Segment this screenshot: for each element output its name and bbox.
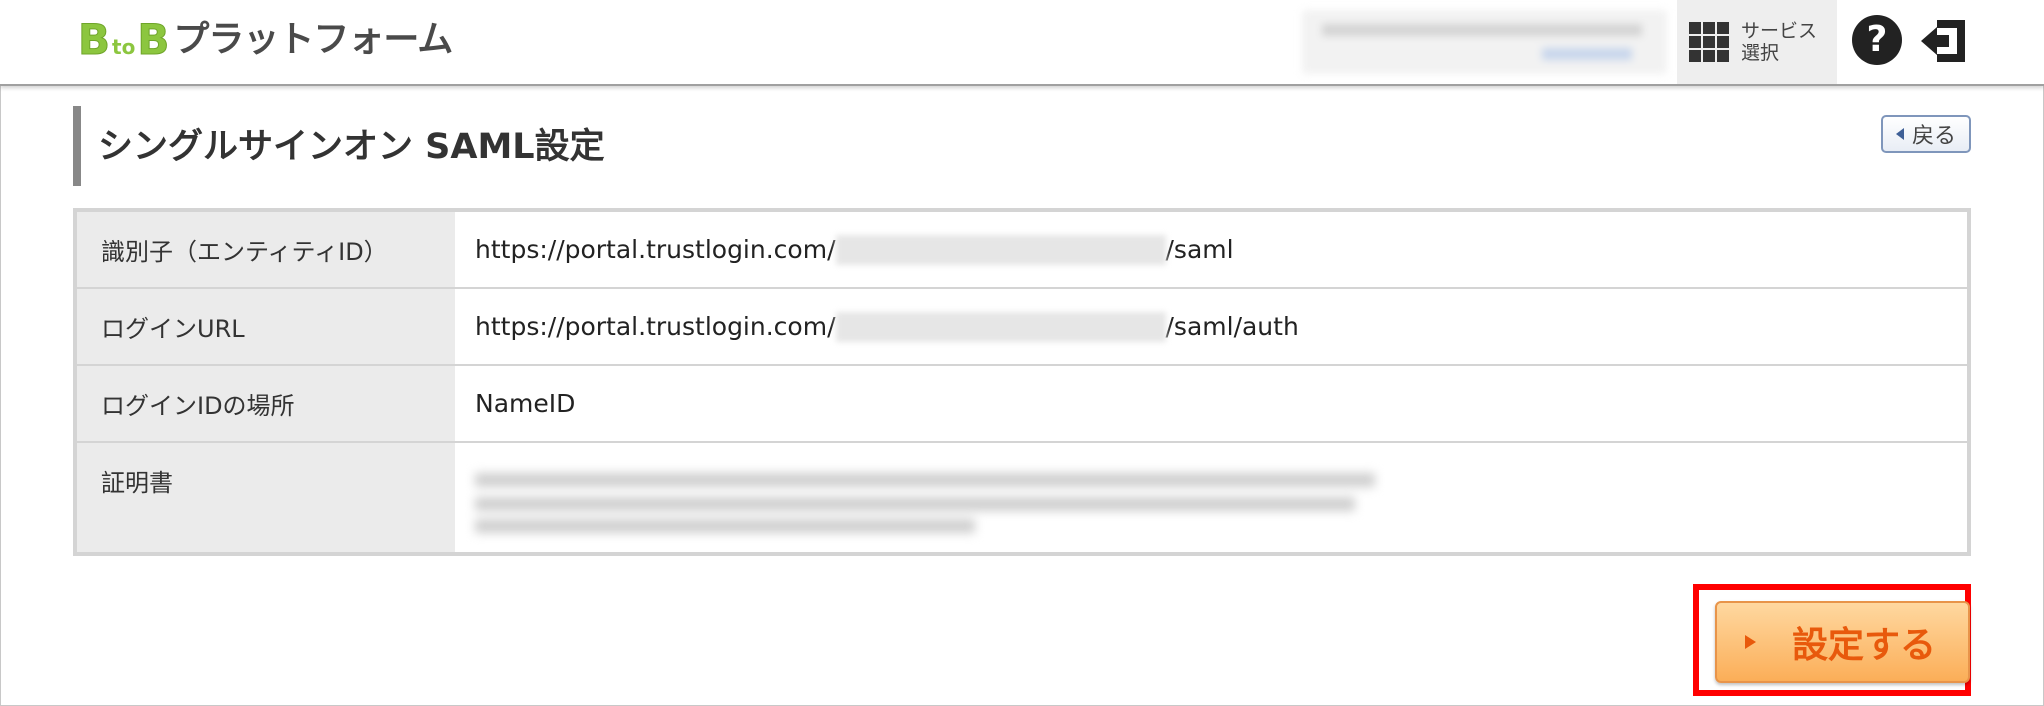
entity-id-label: 識別子（エンティティID） (77, 212, 455, 287)
submit-button[interactable]: 設定する (1715, 601, 1970, 683)
entity-id-value: https://portal.trustlogin.com/ /saml (455, 212, 1967, 287)
help-icon[interactable]: ? (1852, 15, 1902, 65)
btob-platform-logo[interactable]: B to B プラットフォーム (77, 15, 453, 64)
submit-button-label: 設定する (1792, 625, 1937, 666)
logo-b-second: B (137, 15, 170, 64)
logo-b-first: B (77, 15, 111, 64)
play-arrow-icon (1745, 635, 1756, 649)
back-button-label: 戻る (1911, 124, 1956, 149)
login-url-prefix: https://portal.trustlogin.com/ (475, 312, 836, 341)
login-url-redacted (835, 311, 1166, 342)
entity-id-redacted (835, 234, 1166, 265)
certificate-redacted (475, 463, 1395, 539)
certificate-label: 証明書 (77, 443, 455, 552)
entity-id-prefix: https://portal.trustlogin.com/ (475, 235, 836, 264)
login-id-location-value: NameID (475, 389, 576, 418)
table-row: ログインIDの場所 NameID (77, 366, 1967, 443)
logo-to: to (112, 35, 136, 59)
table-row: ログインURL https://portal.trustlogin.com/ /… (77, 289, 1967, 366)
title-accent-bar (73, 106, 81, 186)
login-url-value: https://portal.trustlogin.com/ /saml/aut… (455, 289, 1967, 364)
table-row: 識別子（エンティティID） https://portal.trustlogin.… (77, 212, 1967, 289)
page-title: シングルサインオン SAML設定 (98, 127, 605, 167)
login-id-location-label: ログインIDの場所 (77, 366, 455, 441)
logout-icon[interactable] (1915, 14, 1971, 68)
back-arrow-icon (1895, 128, 1904, 140)
saml-settings-table: 識別子（エンティティID） https://portal.trustlogin.… (73, 208, 1971, 556)
entity-id-suffix: /saml (1165, 235, 1234, 264)
user-info-redacted (1302, 10, 1667, 74)
grid-icon (1689, 22, 1729, 62)
back-button[interactable]: 戻る (1881, 115, 1971, 153)
login-url-label: ログインURL (77, 289, 455, 364)
service-select-button[interactable]: サービス選択 (1677, 0, 1837, 84)
login-url-suffix: /saml/auth (1165, 312, 1299, 341)
certificate-value (455, 443, 1967, 552)
logo-name: プラットフォーム (173, 19, 453, 60)
header-bar: B to B プラットフォーム サービス選択 ? (0, 0, 2044, 86)
service-select-label: サービス選択 (1741, 20, 1818, 64)
table-row: 証明書 (77, 443, 1967, 552)
